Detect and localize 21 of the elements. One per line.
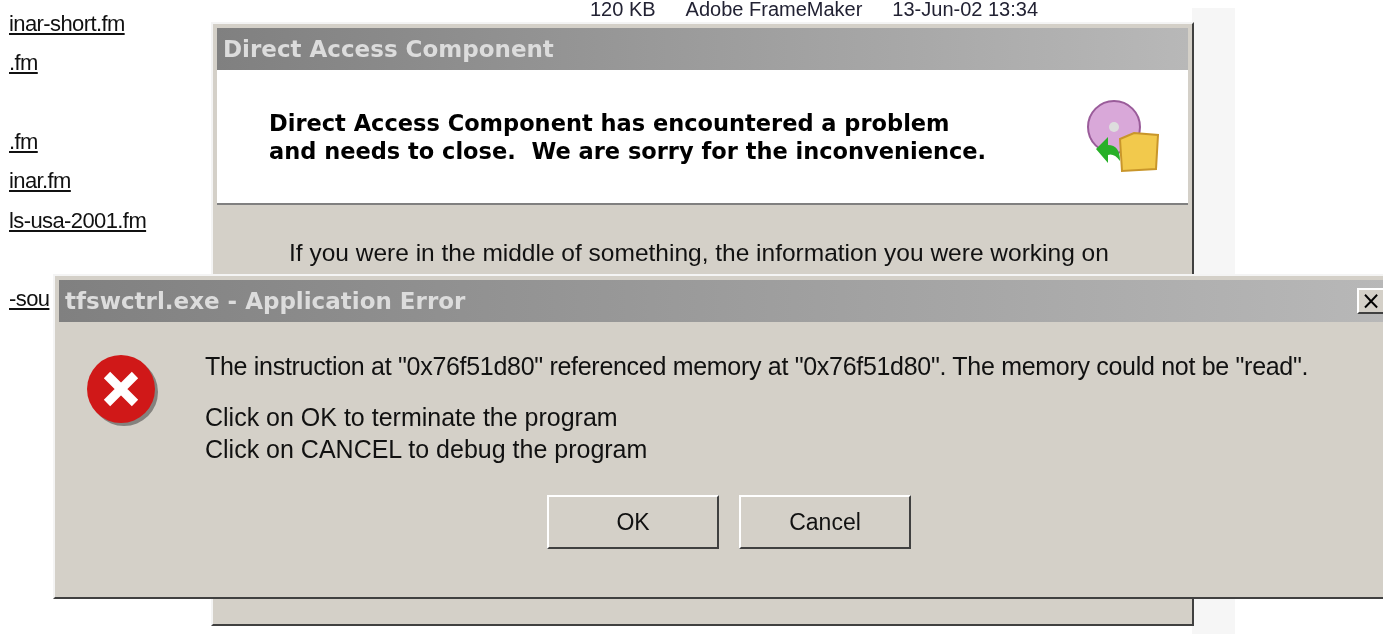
instruction-text: Click on OK to terminate the program <box>205 402 619 433</box>
error-message: The instruction at "0x76f51d80" referenced memory at "0x76f51d80". The memory could not be "read". <box>205 352 1309 381</box>
cancel-button[interactable]: Cancel <box>739 495 911 549</box>
file-link[interactable]: -sou <box>9 286 50 313</box>
ok-button[interactable]: OK <box>547 495 719 549</box>
file-link[interactable]: .fm <box>9 128 38 155</box>
instruction-text: Click on CANCEL to debug the program <box>205 434 649 465</box>
error-heading: Direct Access Component has encountered a problem and needs to close. We are sorry for the inconvenience. <box>269 108 987 165</box>
file-list-cell: Adobe FrameMaker <box>685 0 863 20</box>
file-list-cell: 13-Jun-02 13:34 <box>892 0 1039 20</box>
file-link[interactable]: .fm <box>9 50 38 77</box>
file-link[interactable]: ls-usa-2001.fm <box>9 207 147 234</box>
disc-folder-icon <box>1086 98 1162 175</box>
dialog-text: If you were in the middle of something, the information you were working on <box>288 238 1110 267</box>
window-title: Direct Access Component <box>223 36 554 62</box>
file-link[interactable]: inar-short.fm <box>9 10 125 37</box>
error-icon <box>85 352 161 428</box>
file-link[interactable]: inar.fm <box>9 168 71 195</box>
close-button[interactable]: × <box>1357 288 1383 314</box>
file-list-cell: 120 KB <box>590 0 656 20</box>
window-title: tfswctrl.exe - Application Error <box>65 288 466 314</box>
